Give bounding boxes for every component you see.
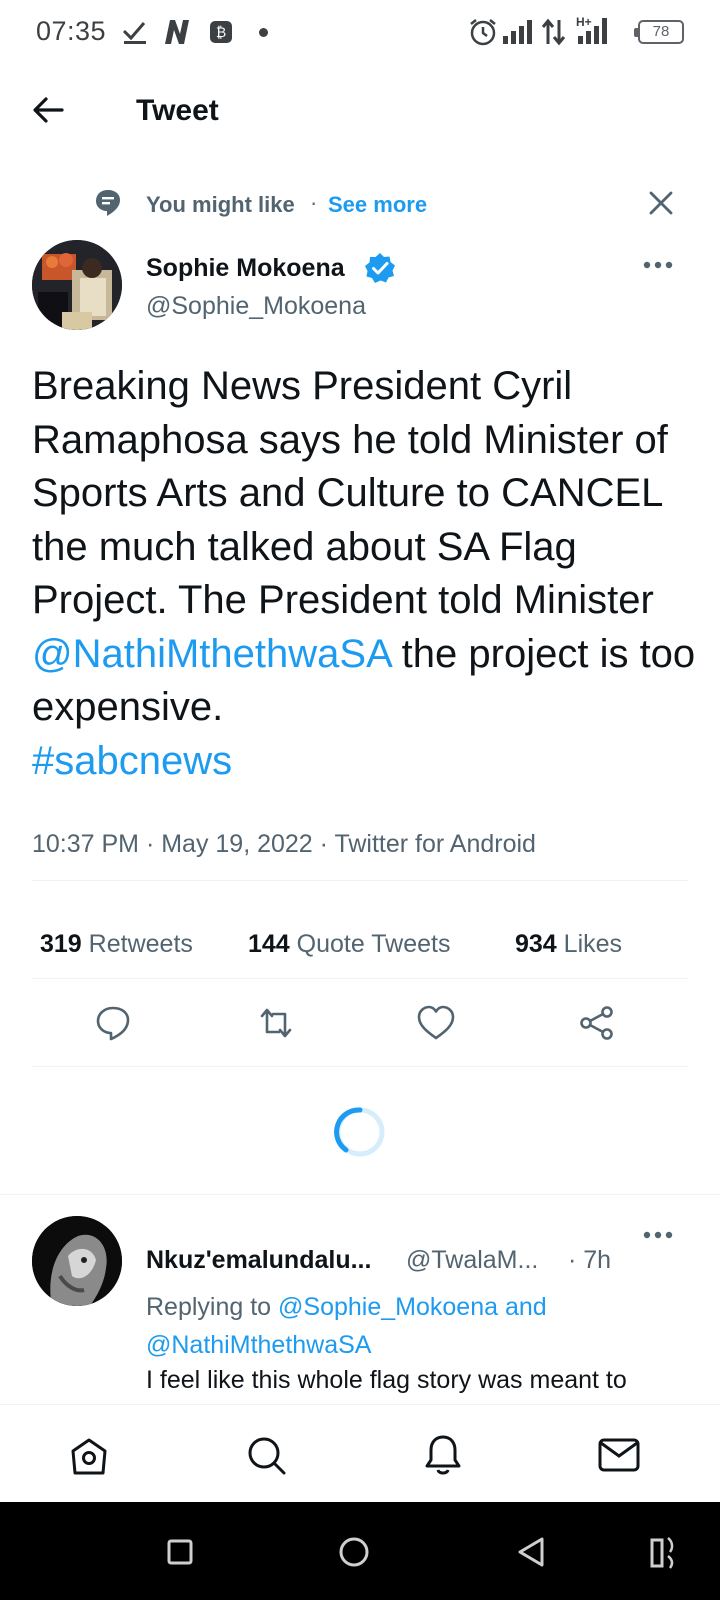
tweet-meta: 10:37 PM · May 19, 2022 · Twitter for An…: [32, 830, 536, 858]
signal-icon: [502, 18, 538, 46]
replying-user-link[interactable]: @NathiMthethwaSA: [146, 1331, 371, 1359]
suggestion-bubble-icon: [94, 188, 122, 218]
retweet-icon[interactable]: [256, 1004, 296, 1042]
likes-stat[interactable]: 934 Likes: [515, 930, 622, 959]
checkmark-icon: [122, 20, 148, 44]
battery-level: 78: [652, 23, 670, 40]
data-arrows-icon: [541, 18, 567, 46]
reply-avatar[interactable]: [32, 1216, 122, 1306]
retweets-count: 319: [40, 930, 82, 958]
share-icon[interactable]: [578, 1004, 616, 1042]
more-options-icon[interactable]: [642, 258, 674, 272]
alarm-icon: [468, 17, 498, 47]
loading-spinner: [334, 1106, 386, 1158]
retweets-stat[interactable]: 319 Retweets: [40, 930, 193, 959]
reply-time: · 7h: [568, 1246, 612, 1274]
home-icon[interactable]: [68, 1435, 110, 1477]
dot-icon: [259, 28, 268, 37]
back-arrow-icon[interactable]: [30, 92, 70, 132]
messages-icon[interactable]: [598, 1437, 640, 1473]
divider: [0, 1194, 720, 1195]
avatar[interactable]: [32, 240, 122, 330]
mention-link[interactable]: @NathiMthethwaSA: [32, 632, 391, 676]
replying-to-prefix: Replying to: [146, 1293, 279, 1321]
divider: [32, 880, 688, 881]
replying-user-link[interactable]: @Sophie_Mokoena: [278, 1293, 498, 1321]
author-name[interactable]: Sophie Mokoena: [146, 254, 345, 283]
retweets-label: Retweets: [88, 930, 193, 958]
page-title: Tweet: [136, 94, 219, 127]
status-bar: 07:35 ₿ H+ 78: [0, 0, 720, 64]
author-handle[interactable]: @Sophie_Mokoena: [146, 292, 366, 321]
rotate-icon[interactable]: [648, 1534, 676, 1570]
likes-label: Likes: [563, 930, 623, 958]
hplus-signal-icon: H+: [576, 14, 616, 46]
n-app-icon: [162, 18, 192, 46]
bitcoin-icon: ₿: [209, 20, 233, 44]
recents-icon[interactable]: [166, 1538, 194, 1566]
likes-count: 934: [515, 930, 557, 958]
reply-author-handle[interactable]: @TwalaM...: [406, 1246, 538, 1275]
system-nav-bar: [0, 1502, 720, 1600]
back-icon[interactable]: [516, 1536, 546, 1568]
search-icon[interactable]: [246, 1435, 288, 1477]
tweet-text: Breaking News President Cyril Ramaphosa …: [32, 360, 702, 788]
reply-text: I feel like this whole flag story was me…: [146, 1366, 627, 1394]
reply-icon[interactable]: [94, 1004, 132, 1042]
suggestion-separator: ·: [310, 190, 318, 215]
tweet-text-part1: Breaking News President Cyril Ramaphosa …: [32, 364, 668, 622]
svg-text:₿: ₿: [216, 24, 226, 40]
bottom-nav: [0, 1404, 720, 1502]
quotes-label: Quote Tweets: [296, 930, 451, 958]
reply-author-name[interactable]: Nkuz'emalundalu...: [146, 1246, 371, 1275]
close-icon[interactable]: [648, 190, 674, 216]
quotes-stat[interactable]: 144 Quote Tweets: [248, 930, 450, 959]
replying-to: Replying to @Sophie_Mokoena and @NathiMth…: [146, 1288, 696, 1364]
suggestion-label: You might like: [146, 192, 295, 217]
reply-more-options-icon[interactable]: [642, 1228, 674, 1242]
status-time: 07:35: [36, 16, 107, 46]
home-circle-icon[interactable]: [338, 1536, 370, 1568]
battery-icon: 78: [634, 20, 684, 44]
hashtag-link[interactable]: #sabcnews: [32, 739, 232, 783]
replying-and: and: [498, 1293, 547, 1321]
like-icon[interactable]: [416, 1004, 456, 1042]
divider: [32, 1066, 688, 1067]
quotes-count: 144: [248, 930, 290, 958]
divider: [32, 978, 688, 979]
verified-badge-icon: [364, 252, 396, 284]
notifications-icon[interactable]: [422, 1433, 464, 1477]
svg-text:H+: H+: [576, 15, 592, 29]
see-more-link[interactable]: See more: [328, 192, 427, 218]
